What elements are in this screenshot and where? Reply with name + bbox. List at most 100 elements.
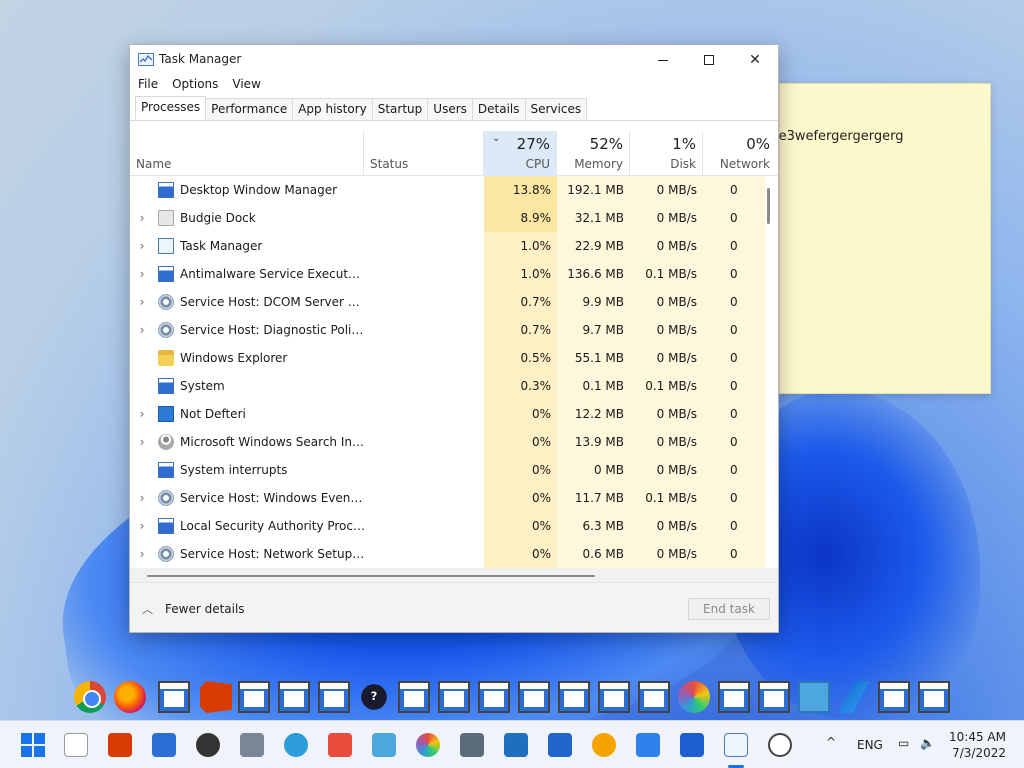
network-icon[interactable]: ▭ bbox=[898, 736, 909, 750]
app-window-icon[interactable] bbox=[398, 681, 430, 713]
horizontal-scrollbar[interactable] bbox=[130, 568, 778, 582]
todo-icon[interactable] bbox=[636, 733, 660, 757]
volume-icon[interactable]: 🔈 bbox=[920, 736, 935, 750]
tab-details[interactable]: Details bbox=[471, 98, 526, 120]
power-automate-icon[interactable] bbox=[838, 681, 870, 713]
camera-icon[interactable] bbox=[240, 733, 264, 757]
power-automate-icon[interactable] bbox=[680, 733, 704, 757]
column-header-cpu[interactable]: ⌄ 27% CPU bbox=[484, 131, 557, 176]
tips-icon[interactable] bbox=[284, 733, 308, 757]
maximize-button[interactable] bbox=[686, 45, 732, 75]
show-hidden-icons-button[interactable]: ^ bbox=[826, 735, 836, 749]
expand-chevron-icon[interactable] bbox=[136, 456, 148, 484]
start-button[interactable] bbox=[21, 733, 45, 757]
tab-app-history[interactable]: App history bbox=[292, 98, 373, 120]
vertical-scrollbar[interactable] bbox=[763, 176, 775, 568]
process-row[interactable]: › Service Host: Windows Event Log 0% 11.7 M… bbox=[130, 484, 778, 512]
app-window-icon[interactable] bbox=[238, 681, 270, 713]
minimize-button[interactable] bbox=[640, 45, 686, 75]
process-row[interactable]: › Not Defteri 0% 12.2 MB 0 MB/s 0 Mbps bbox=[130, 400, 778, 428]
app-window-icon[interactable] bbox=[598, 681, 630, 713]
language-indicator[interactable]: ENG bbox=[857, 738, 883, 752]
column-header-network[interactable]: 0% Network bbox=[703, 131, 778, 176]
process-row[interactable]: › Service Host: Network Setup Ser... 0% 0.6… bbox=[130, 540, 778, 568]
tab-processes[interactable]: Processes bbox=[135, 96, 207, 120]
app-window-icon[interactable] bbox=[318, 681, 350, 713]
office-icon[interactable] bbox=[200, 681, 232, 713]
app-window-icon[interactable] bbox=[638, 681, 670, 713]
calculator-icon[interactable] bbox=[460, 733, 484, 757]
expand-chevron-icon[interactable]: › bbox=[136, 428, 148, 456]
column-header-status[interactable]: Status bbox=[364, 131, 484, 176]
store-icon[interactable] bbox=[548, 733, 572, 757]
app-window-icon[interactable] bbox=[278, 681, 310, 713]
column-header-disk[interactable]: 1% Disk bbox=[630, 131, 703, 176]
process-row[interactable]: › Microsoft Windows Search Inde... 0% 13.9 … bbox=[130, 428, 778, 456]
app-window-icon[interactable] bbox=[878, 681, 910, 713]
edge-icon[interactable] bbox=[592, 733, 616, 757]
process-row[interactable]: Windows Explorer 0.5% 55.1 MB 0 MB/s 0 Mbps bbox=[130, 344, 778, 372]
close-button[interactable]: ✕ bbox=[732, 45, 778, 75]
paint-icon[interactable] bbox=[678, 681, 710, 713]
notepad-icon[interactable] bbox=[798, 681, 830, 713]
column-header-name[interactable]: Name bbox=[130, 131, 364, 176]
title-bar[interactable]: Task Manager ✕ bbox=[130, 45, 778, 75]
expand-chevron-icon[interactable]: › bbox=[136, 484, 148, 512]
office-icon[interactable] bbox=[108, 733, 132, 757]
menu-view[interactable]: View bbox=[230, 75, 268, 95]
expand-chevron-icon[interactable]: › bbox=[136, 204, 148, 232]
tab-startup[interactable]: Startup bbox=[371, 98, 429, 120]
menu-options[interactable]: Options bbox=[170, 75, 226, 95]
app-window-icon[interactable] bbox=[438, 681, 470, 713]
tab-services[interactable]: Services bbox=[524, 98, 588, 120]
app-window-icon[interactable] bbox=[558, 681, 590, 713]
process-row[interactable]: › Budgie Dock 8.9% 32.1 MB 0 MB/s 0 Mbps bbox=[130, 204, 778, 232]
process-row[interactable]: System 0.3% 0.1 MB 0.1 MB/s 0 Mbps bbox=[130, 372, 778, 400]
app-window-icon[interactable] bbox=[918, 681, 950, 713]
clock-icon[interactable] bbox=[768, 733, 792, 757]
expand-chevron-icon[interactable] bbox=[136, 344, 148, 372]
fewer-details-button[interactable]: ︿ Fewer details bbox=[142, 601, 245, 617]
notepad-icon[interactable] bbox=[372, 733, 396, 757]
expand-chevron-icon[interactable] bbox=[136, 176, 148, 204]
menu-file[interactable]: File bbox=[136, 75, 166, 95]
snipping-tool-icon[interactable] bbox=[328, 733, 352, 757]
chrome-icon[interactable] bbox=[74, 681, 106, 713]
solitaire-icon[interactable] bbox=[64, 733, 88, 757]
end-task-button[interactable]: End task bbox=[688, 598, 770, 620]
expand-chevron-icon[interactable]: › bbox=[136, 260, 148, 288]
expand-chevron-icon[interactable]: › bbox=[136, 288, 148, 316]
expand-chevron-icon[interactable]: › bbox=[136, 316, 148, 344]
process-row[interactable]: › Task Manager 1.0% 22.9 MB 0 MB/s 0 Mbps bbox=[130, 232, 778, 260]
app-window-icon[interactable] bbox=[478, 681, 510, 713]
expand-chevron-icon[interactable]: › bbox=[136, 400, 148, 428]
app-window-icon[interactable] bbox=[758, 681, 790, 713]
expand-chevron-icon[interactable]: › bbox=[136, 512, 148, 540]
firefox-icon[interactable] bbox=[114, 681, 146, 713]
column-header-memory[interactable]: 52% Memory bbox=[557, 131, 630, 176]
tab-users[interactable]: Users bbox=[427, 98, 473, 120]
expand-chevron-icon[interactable]: › bbox=[136, 232, 148, 260]
horizontal-scroll-thumb[interactable] bbox=[147, 575, 595, 577]
app-window-icon[interactable] bbox=[158, 681, 190, 713]
process-row[interactable]: › Service Host: Diagnostic Policy ... 0.7%… bbox=[130, 316, 778, 344]
system-clock[interactable]: 10:45 AM 7/3/2022 bbox=[949, 729, 1006, 761]
process-row[interactable]: › Service Host: DCOM Server Proc... 0.7% 9.… bbox=[130, 288, 778, 316]
vertical-scroll-thumb[interactable] bbox=[767, 188, 770, 224]
help-icon[interactable]: ? bbox=[361, 684, 387, 710]
process-row[interactable]: Desktop Window Manager 13.8% 192.1 MB 0 MB/… bbox=[130, 176, 778, 204]
app-window-icon[interactable] bbox=[518, 681, 550, 713]
photos-icon[interactable] bbox=[504, 733, 528, 757]
task-manager-icon[interactable] bbox=[724, 733, 748, 757]
sticky-note[interactable]: fe3wefergergergerg bbox=[774, 83, 991, 394]
paint-icon[interactable] bbox=[416, 733, 440, 757]
process-row[interactable]: › Antimalware Service Executable 1.0% 136.6… bbox=[130, 260, 778, 288]
expand-chevron-icon[interactable]: › bbox=[136, 540, 148, 568]
expand-chevron-icon[interactable] bbox=[136, 372, 148, 400]
process-row[interactable]: › Local Security Authority Process... 0% 6.… bbox=[130, 512, 778, 540]
tab-performance[interactable]: Performance bbox=[205, 98, 294, 120]
app-window-icon[interactable] bbox=[718, 681, 750, 713]
process-row[interactable]: System interrupts 0% 0 MB 0 MB/s 0 Mbps bbox=[130, 456, 778, 484]
desktop-icon[interactable] bbox=[152, 733, 176, 757]
media-player-icon[interactable] bbox=[196, 733, 220, 757]
